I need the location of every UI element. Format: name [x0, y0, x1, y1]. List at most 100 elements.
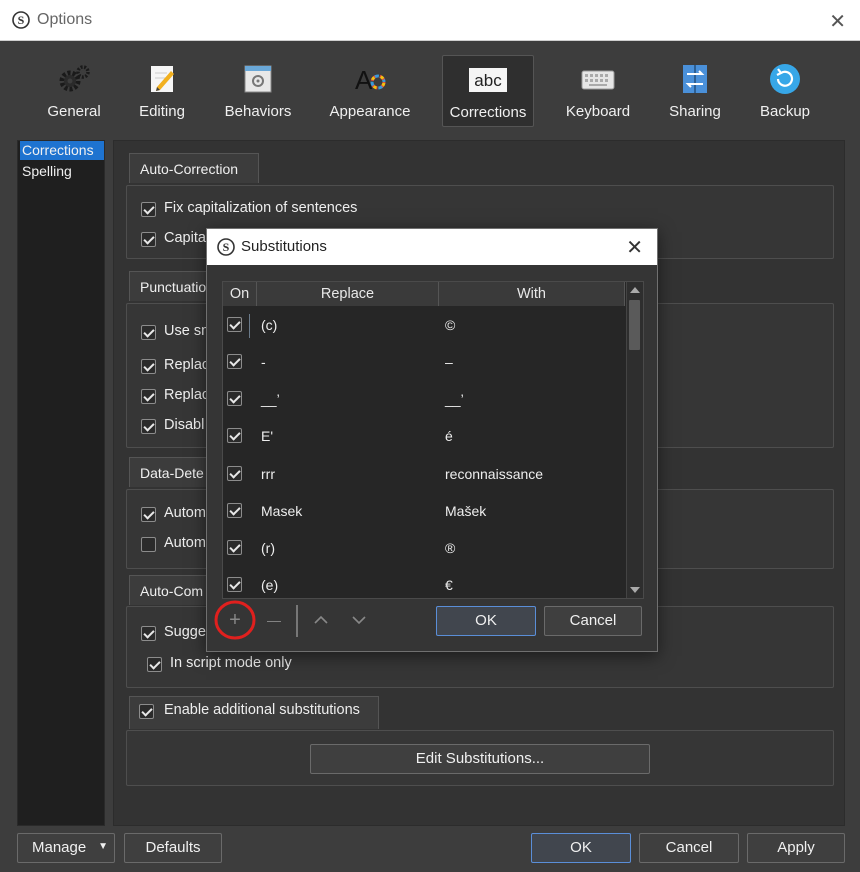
behaviors-window-icon [244, 65, 272, 93]
replace-cell[interactable]: E' [261, 428, 273, 444]
remove-substitution-button[interactable]: — [261, 607, 287, 633]
scroll-up-arrow-icon[interactable] [630, 287, 640, 293]
with-cell[interactable]: – [445, 354, 453, 370]
scroll-down-arrow-icon[interactable] [630, 587, 640, 593]
table-row[interactable]: __’ __’ [223, 381, 625, 418]
row-on-checkbox[interactable] [227, 503, 242, 518]
row-on-checkbox[interactable] [227, 540, 242, 555]
table-row[interactable]: Masek Mašek [223, 493, 625, 530]
row-on-checkbox[interactable] [227, 466, 242, 481]
sidebar-item-spelling[interactable]: Spelling [20, 162, 104, 181]
auto-detect-2-checkbox[interactable] [141, 537, 156, 552]
sidebar-item-corrections[interactable]: Corrections [20, 141, 104, 160]
with-cell[interactable]: reconnaissance [445, 466, 543, 482]
enable-substitutions-checkbox[interactable] [139, 704, 154, 719]
keyboard-icon [581, 70, 615, 90]
column-header-with[interactable]: With [439, 282, 625, 306]
appearance-color-icon: A [355, 65, 386, 95]
toolbar-general[interactable]: General [38, 55, 110, 127]
with-cell[interactable]: € [445, 577, 453, 593]
app-logo-icon: S [12, 11, 30, 29]
toolbar-editing[interactable]: Editing [130, 55, 194, 127]
manage-dropdown[interactable]: Manage ▼ [17, 833, 115, 863]
suggest-label: Sugge [164, 624, 206, 640]
table-row[interactable]: rrr reconnaissance [223, 456, 625, 493]
chevron-down-icon: ▼ [98, 841, 108, 852]
close-icon[interactable]: ✕ [829, 9, 846, 34]
row-on-checkbox[interactable] [227, 391, 242, 406]
toolbar-sharing[interactable]: Sharing [660, 55, 730, 127]
toolbar-backup[interactable]: Backup [752, 55, 818, 127]
fix-capitalization-label: Fix capitalization of sentences [164, 200, 358, 216]
auto-correction-tab: Auto-Correction [129, 153, 259, 183]
table-row[interactable]: (r) ® [223, 530, 625, 567]
row-on-checkbox[interactable] [227, 317, 242, 332]
highlight-circle-annotation [214, 600, 256, 640]
suggest-checkbox[interactable] [141, 626, 156, 641]
with-cell[interactable]: ® [445, 540, 455, 556]
replace-option-1-checkbox[interactable] [141, 359, 156, 374]
with-cell[interactable]: é [445, 428, 453, 444]
table-row[interactable]: (e) € [223, 567, 625, 597]
dialog-ok-button[interactable]: OK [436, 606, 536, 636]
with-cell[interactable]: © [445, 317, 455, 333]
replace-option-2-label: Replac [164, 387, 210, 403]
move-down-icon[interactable] [351, 615, 367, 625]
replace-cell[interactable]: (e) [261, 577, 278, 593]
capitalization-option-checkbox[interactable] [141, 232, 156, 247]
scrollbar-thumb[interactable] [629, 300, 640, 350]
replace-cell[interactable]: rrr [261, 466, 275, 482]
auto-detect-1-checkbox[interactable] [141, 507, 156, 522]
ok-button[interactable]: OK [531, 833, 631, 863]
svg-text:S: S [223, 240, 230, 254]
column-header-replace[interactable]: Replace [257, 282, 439, 306]
manage-label: Manage [32, 839, 87, 856]
with-cell[interactable]: Mašek [445, 503, 486, 519]
apply-button[interactable]: Apply [747, 833, 845, 863]
app-logo-icon: S [217, 238, 235, 256]
table-row[interactable]: E' é [223, 418, 625, 455]
toolbar-appearance[interactable]: A Appearance [326, 55, 414, 127]
window-title: Options [37, 11, 93, 28]
title-bar: S Options ✕ [0, 0, 860, 41]
auto-detect-1-label: Autom [164, 505, 206, 521]
toolbar-corrections[interactable]: abc Corrections [442, 55, 534, 127]
row-on-checkbox[interactable] [227, 577, 242, 592]
edit-substitutions-button[interactable]: Edit Substitutions... [310, 744, 650, 774]
toolbar-keyboard[interactable]: Keyboard [560, 55, 636, 127]
move-up-icon[interactable] [313, 615, 329, 625]
options-sidebar: Corrections Spelling [17, 140, 105, 826]
substitutions-title-bar: S Substitutions ✕ [207, 229, 657, 265]
replace-cell[interactable]: Masek [261, 503, 302, 519]
table-row[interactable]: - – [223, 344, 625, 381]
replace-option-1-label: Replac [164, 357, 210, 373]
svg-text:A: A [355, 65, 373, 95]
cancel-button[interactable]: Cancel [639, 833, 739, 863]
close-icon[interactable]: ✕ [626, 235, 643, 260]
smart-quotes-checkbox[interactable] [141, 325, 156, 340]
abc-icon: abc [469, 68, 507, 92]
disable-option-label: Disabl [164, 417, 205, 433]
replace-cell[interactable]: - [261, 354, 266, 370]
row-on-checkbox[interactable] [227, 428, 242, 443]
svg-text:abc: abc [474, 71, 502, 90]
disable-option-checkbox[interactable] [141, 419, 156, 434]
table-row[interactable]: (c) © [223, 307, 625, 344]
toolbar-divider [296, 605, 298, 637]
substitutions-dialog: S Substitutions ✕ On Replace With (c) © … [206, 228, 658, 652]
backup-refresh-icon [770, 64, 800, 94]
replace-cell[interactable]: __’ [261, 391, 280, 407]
replace-cell[interactable]: (r) [261, 540, 275, 556]
fix-capitalization-checkbox[interactable] [141, 202, 156, 217]
substitutions-title: Substitutions [241, 238, 327, 255]
script-mode-only-checkbox[interactable] [147, 657, 162, 672]
replace-option-2-checkbox[interactable] [141, 389, 156, 404]
replace-cell[interactable]: (c) [261, 317, 277, 333]
dialog-cancel-button[interactable]: Cancel [544, 606, 642, 636]
toolbar-behaviors[interactable]: Behaviors [218, 55, 298, 127]
defaults-button[interactable]: Defaults [124, 833, 222, 863]
column-header-on[interactable]: On [223, 282, 257, 306]
table-scrollbar[interactable] [626, 282, 643, 598]
row-on-checkbox[interactable] [227, 354, 242, 369]
with-cell[interactable]: __’ [445, 391, 464, 407]
